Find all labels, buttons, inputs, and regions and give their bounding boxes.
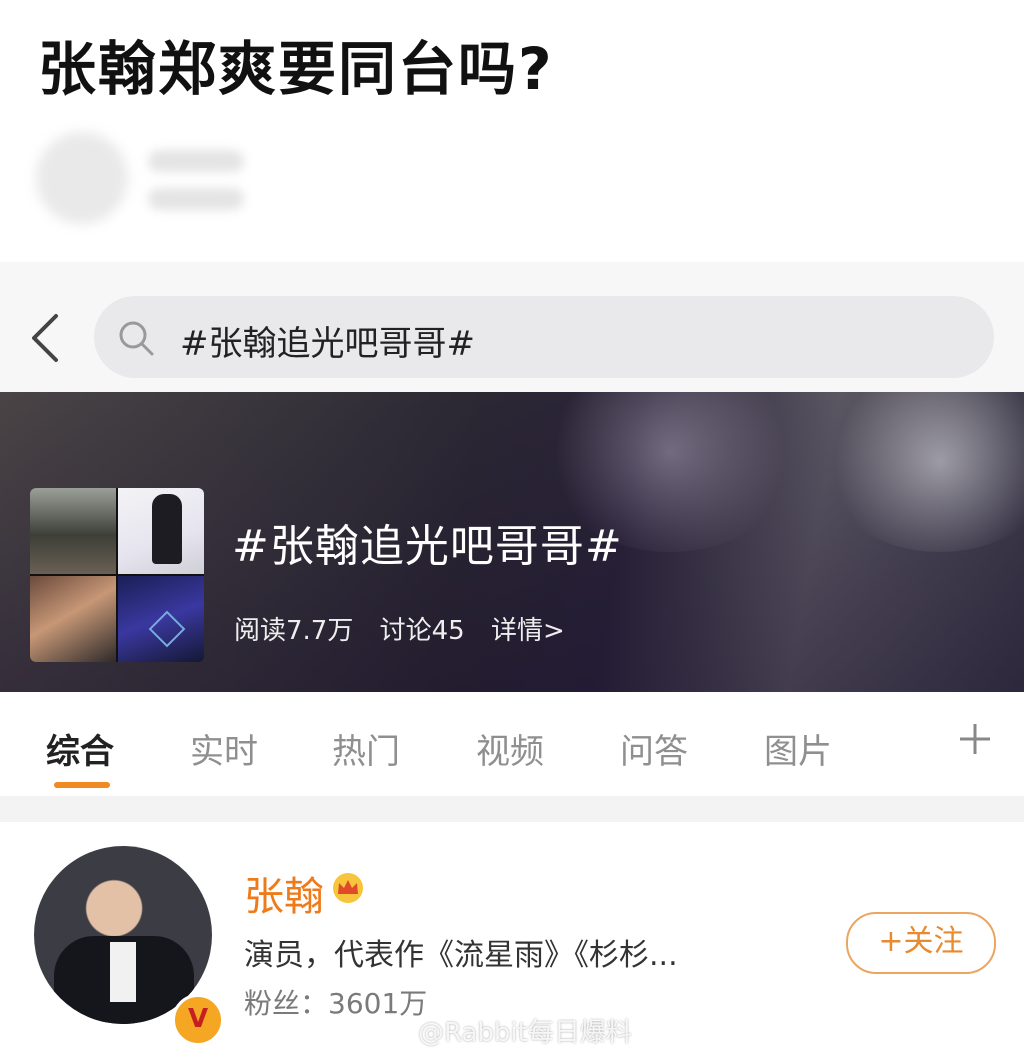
author-meta-blurred xyxy=(148,188,244,210)
user-fans-count: 粉丝：3601万 xyxy=(244,987,428,1020)
crown-icon xyxy=(333,873,363,903)
active-tab-indicator xyxy=(54,782,110,788)
tab-video[interactable]: 视频 xyxy=(476,724,544,773)
topic-banner[interactable]: #张翰追光吧哥哥# 阅读7.7万 讨论45 详情> xyxy=(0,392,1024,692)
topic-details-link[interactable]: 详情> xyxy=(491,616,565,646)
user-description: 演员，代表作《流星雨》《杉杉... xyxy=(244,938,678,973)
verified-badge-icon: V xyxy=(172,994,224,1046)
follow-button[interactable]: +关注 xyxy=(846,912,996,974)
tab-comprehensive[interactable]: 综合 xyxy=(46,724,114,773)
topic-discussions: 讨论45 xyxy=(379,616,465,646)
tab-images[interactable]: 图片 xyxy=(764,724,832,773)
author-avatar xyxy=(36,132,128,224)
tab-hot[interactable]: 热门 xyxy=(332,724,400,773)
tab-realtime[interactable]: 实时 xyxy=(190,724,258,773)
tab-qa[interactable]: 问答 xyxy=(620,724,688,773)
topic-stats: 阅读7.7万 讨论45 详情> xyxy=(234,610,583,647)
topic-reads: 阅读7.7万 xyxy=(234,616,354,646)
weibo-screenshot: #张翰追光吧哥哥# #张翰追光吧哥哥# 阅读7.7万 讨论45 详情> 综合 实… xyxy=(0,262,1024,1050)
add-tab-icon[interactable] xyxy=(958,722,992,756)
back-arrow-icon[interactable] xyxy=(28,312,68,364)
author-name-blurred xyxy=(148,150,244,172)
cover-photo xyxy=(30,576,116,662)
section-divider xyxy=(0,796,1024,823)
search-query: #张翰追光吧哥哥# xyxy=(180,324,475,364)
user-name[interactable]: 张翰 xyxy=(244,864,324,922)
avatar-shirt xyxy=(110,942,136,1002)
tab-bar: 综合 实时 热门 视频 问答 图片 xyxy=(0,692,1024,797)
search-input[interactable]: #张翰追光吧哥哥# xyxy=(94,296,994,378)
search-header: #张翰追光吧哥哥# xyxy=(0,262,1024,393)
cover-figure xyxy=(152,494,182,564)
topic-title: #张翰追光吧哥哥# xyxy=(232,521,623,572)
article-title: 张翰郑爽要同台吗? xyxy=(38,35,554,103)
search-icon xyxy=(119,321,154,356)
watermark: @Rabbit每日爆料 xyxy=(418,1018,632,1048)
cover-photo xyxy=(30,488,116,574)
topic-cover-image xyxy=(30,488,204,662)
